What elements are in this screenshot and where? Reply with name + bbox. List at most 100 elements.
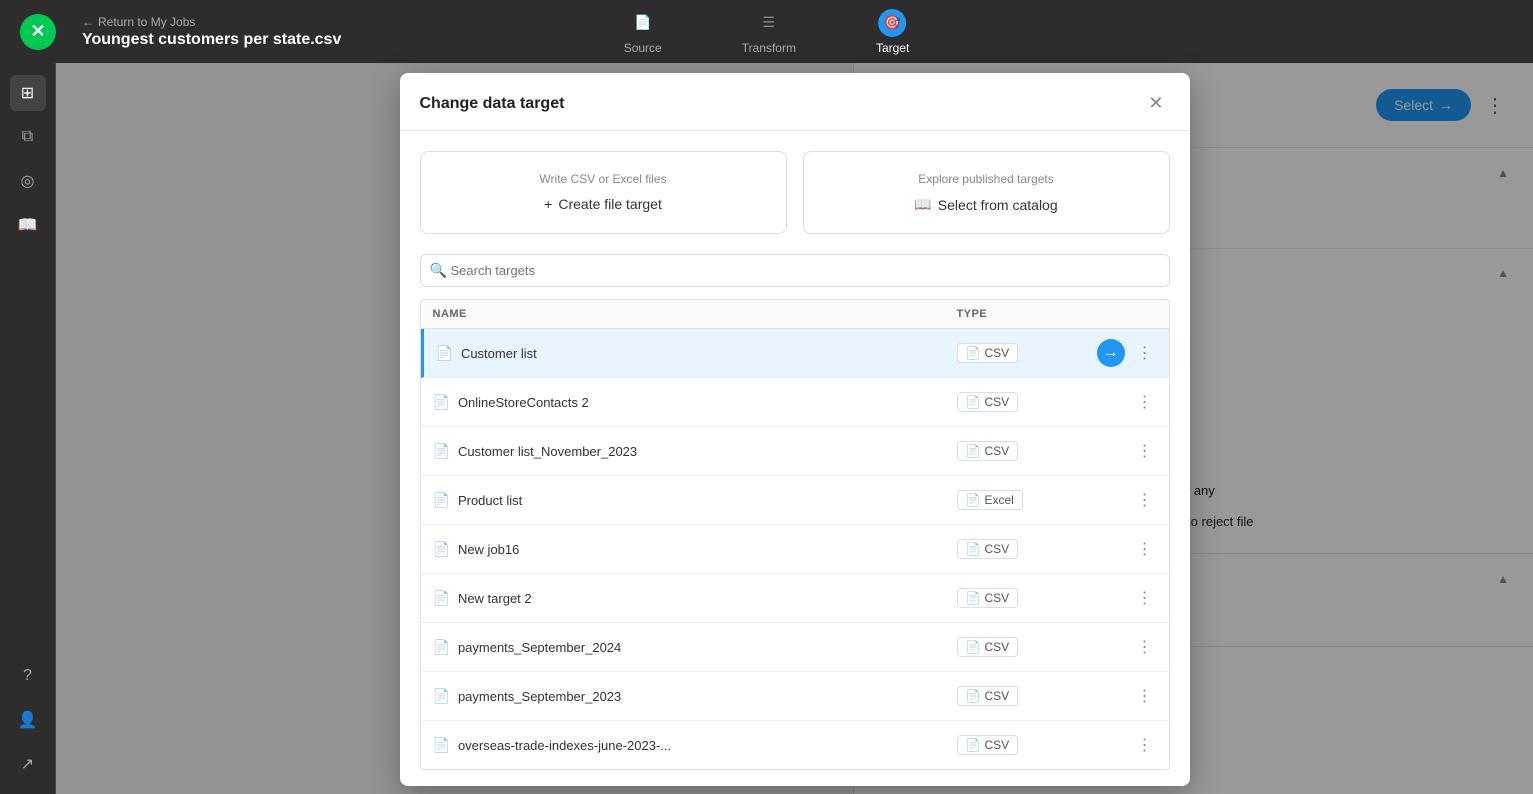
col-actions-header [1097, 308, 1157, 320]
type-badge-4: 📄 CSV [957, 539, 1019, 559]
type-badge-label-6: CSV [984, 640, 1009, 654]
select-from-catalog-card[interactable]: Explore published targets 📖 Select from … [803, 151, 1170, 234]
sidebar-icon-layers[interactable]: ⧉ [10, 119, 46, 155]
search-input[interactable] [420, 254, 1170, 287]
navigate-button-0[interactable]: → [1097, 339, 1125, 367]
row-actions-7: ⋮ [1097, 682, 1157, 710]
target-step-label: Target [876, 41, 909, 55]
catalog-icon: 📖 [914, 196, 931, 213]
sidebar-icon-compass[interactable]: ◎ [10, 163, 46, 199]
sidebar-icon-book[interactable]: 📖 [10, 207, 46, 243]
type-badge-3: 📄 Excel [957, 490, 1023, 510]
row-name-5: 📄 New target 2 [433, 590, 957, 607]
card-left-subtitle: Write CSV or Excel files [539, 172, 666, 186]
type-badge-icon-1: 📄 [966, 395, 981, 409]
row-type-6: 📄 CSV [957, 637, 1097, 657]
row-name-label-0: Customer list [461, 346, 537, 361]
search-area: 🔍 [400, 254, 1190, 299]
row-more-button-6[interactable]: ⋮ [1133, 633, 1157, 661]
sidebar-icon-question[interactable]: ? [10, 658, 46, 694]
row-actions-4: ⋮ [1097, 535, 1157, 563]
row-type-0: 📄 CSV [957, 343, 1097, 363]
row-actions-0: → ⋮ [1097, 339, 1157, 367]
type-badge-label-2: CSV [984, 444, 1009, 458]
row-more-button-4[interactable]: ⋮ [1133, 535, 1157, 563]
row-more-button-1[interactable]: ⋮ [1133, 388, 1157, 416]
row-name-label-8: overseas-trade-indexes-june-2023-... [458, 738, 671, 753]
table-row[interactable]: 📄 Customer list_November_2023 📄 CSV ⋮ [421, 427, 1169, 476]
sidebar-icon-user[interactable]: 👤 [10, 702, 46, 738]
type-badge-icon-4: 📄 [966, 542, 981, 556]
table-row[interactable]: 📄 payments_September_2023 📄 CSV ⋮ [421, 672, 1169, 721]
card-right-action[interactable]: 📖 Select from catalog [914, 196, 1057, 213]
modal-overlay: Change data target ✕ Write CSV or Excel … [56, 63, 1533, 794]
row-type-7: 📄 CSV [957, 686, 1097, 706]
type-badge-icon-6: 📄 [966, 640, 981, 654]
sidebar-icon-export[interactable]: ↗ [10, 746, 46, 782]
row-file-icon-7: 📄 [433, 688, 450, 705]
table-row[interactable]: 📄 New job16 📄 CSV ⋮ [421, 525, 1169, 574]
table-row[interactable]: 📄 Customer list 📄 CSV → ⋮ [421, 329, 1169, 378]
row-more-button-5[interactable]: ⋮ [1133, 584, 1157, 612]
step-target[interactable]: 🎯 Target [876, 9, 909, 55]
row-type-8: 📄 CSV [957, 735, 1097, 755]
card-left-action[interactable]: + Create file target [544, 196, 662, 212]
row-name-label-1: OnlineStoreContacts 2 [458, 395, 589, 410]
targets-table: NAME TYPE 📄 Customer list 📄 [420, 299, 1170, 770]
step-source[interactable]: 📄 Source [624, 9, 662, 55]
row-name-4: 📄 New job16 [433, 541, 957, 558]
type-badge-label-4: CSV [984, 542, 1009, 556]
transform-step-icon: ☰ [755, 9, 783, 37]
transform-step-label: Transform [742, 41, 796, 55]
table-row[interactable]: 📄 OnlineStoreContacts 2 📄 CSV ⋮ [421, 378, 1169, 427]
topbar-steps: 📄 Source ☰ Transform 🎯 Target [624, 9, 910, 55]
table-row[interactable]: 📄 New target 2 📄 CSV ⋮ [421, 574, 1169, 623]
type-badge-icon-2: 📄 [966, 444, 981, 458]
table-row[interactable]: 📄 Product list 📄 Excel ⋮ [421, 476, 1169, 525]
type-badge-icon-3: 📄 [966, 493, 981, 507]
type-badge-icon-5: 📄 [966, 591, 981, 605]
type-badge-6: 📄 CSV [957, 637, 1019, 657]
row-more-button-8[interactable]: ⋮ [1133, 731, 1157, 759]
row-name-7: 📄 payments_September_2023 [433, 688, 957, 705]
row-more-button-0[interactable]: ⋮ [1133, 339, 1157, 367]
option-cards: Write CSV or Excel files + Create file t… [400, 131, 1190, 254]
back-link[interactable]: ← Return to My Jobs [82, 15, 341, 29]
row-name-0: 📄 Customer list [436, 345, 957, 362]
col-type-header: TYPE [957, 308, 1097, 320]
type-badge-8: 📄 CSV [957, 735, 1019, 755]
target-step-icon: 🎯 [879, 9, 907, 37]
row-type-1: 📄 CSV [957, 392, 1097, 412]
row-actions-3: ⋮ [1097, 486, 1157, 514]
row-name-6: 📄 payments_September_2024 [433, 639, 957, 656]
type-badge-icon-8: 📄 [966, 738, 981, 752]
source-step-icon: 📄 [629, 9, 657, 37]
job-title: Youngest customers per state.csv [82, 31, 341, 49]
card-right-subtitle: Explore published targets [918, 172, 1053, 186]
row-file-icon-5: 📄 [433, 590, 450, 607]
row-more-button-7[interactable]: ⋮ [1133, 682, 1157, 710]
sidebar-icon-grid[interactable]: ⊞ [10, 75, 46, 111]
row-name-label-2: Customer list_November_2023 [458, 444, 637, 459]
sidebar: ⊞ ⧉ ◎ 📖 ? 👤 ↗ [0, 63, 56, 794]
row-file-icon-2: 📄 [433, 443, 450, 460]
type-badge-label-3: Excel [984, 493, 1013, 507]
type-badge-label-0: CSV [984, 346, 1009, 360]
row-file-icon-6: 📄 [433, 639, 450, 656]
row-name-label-7: payments_September_2023 [458, 689, 621, 704]
type-badge-icon-7: 📄 [966, 689, 981, 703]
row-more-button-3[interactable]: ⋮ [1133, 486, 1157, 514]
step-transform[interactable]: ☰ Transform [742, 9, 796, 55]
type-badge-7: 📄 CSV [957, 686, 1019, 706]
create-file-target-label: Create file target [558, 196, 662, 212]
row-more-button-2[interactable]: ⋮ [1133, 437, 1157, 465]
type-badge-icon-0: 📄 [966, 346, 981, 360]
table-row[interactable]: 📄 overseas-trade-indexes-june-2023-... 📄… [421, 721, 1169, 769]
app-logo: ✕ [20, 14, 56, 50]
type-badge-label-8: CSV [984, 738, 1009, 752]
table-row[interactable]: 📄 payments_September_2024 📄 CSV ⋮ [421, 623, 1169, 672]
modal-close-button[interactable]: ✕ [1142, 91, 1169, 116]
type-badge-1: 📄 CSV [957, 392, 1019, 412]
row-file-icon-1: 📄 [433, 394, 450, 411]
create-file-target-card[interactable]: Write CSV or Excel files + Create file t… [420, 151, 787, 234]
